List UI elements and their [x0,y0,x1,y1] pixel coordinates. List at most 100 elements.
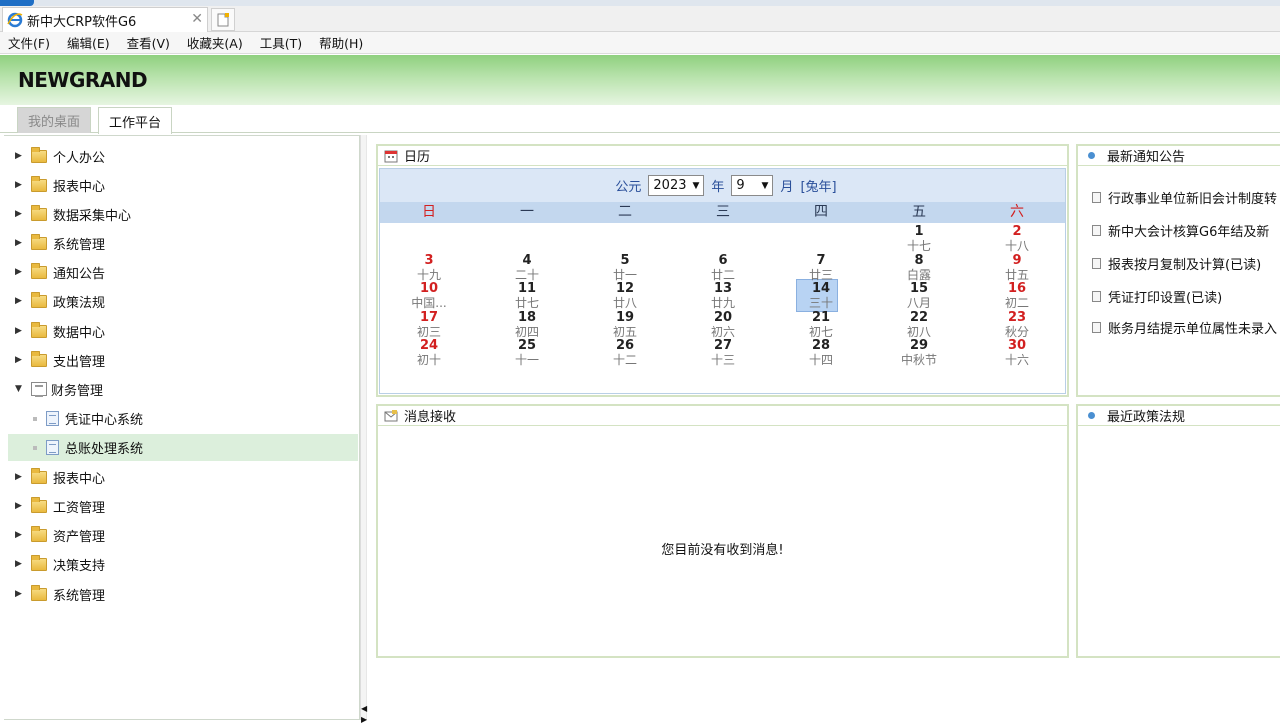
expand-arrow-icon[interactable]: ▶ [15,472,23,482]
expand-arrow-icon[interactable]: ▶ [15,530,23,540]
expand-arrow-icon[interactable]: ▶ [15,501,23,511]
calendar-day[interactable]: 30 十六 [968,339,1066,368]
day-number: 14 [811,281,831,296]
calendar-day[interactable]: 22 初八 [870,310,968,339]
tree-item-data-center[interactable]: ▶ 数据中心 [4,318,354,344]
calendar-day[interactable]: 13 廿九 [674,282,772,311]
calendar-day[interactable]: 20 初六 [674,310,772,339]
calendar-day[interactable]: 25 十一 [478,339,576,368]
calendar-day[interactable]: 15 八月 [870,282,968,311]
calendar-day[interactable]: 10 中国... [380,282,478,311]
expand-arrow-icon[interactable]: ▶ [15,209,23,219]
calendar-day[interactable]: 1 十七 [870,224,968,254]
calendar-day[interactable]: 16 初二 [968,282,1066,311]
document-icon [1092,191,1101,203]
calendar-day[interactable]: 6 廿二 [674,253,772,282]
calendar-day[interactable]: 21 初七 [772,310,870,339]
calendar-day[interactable]: 11 廿七 [478,282,576,311]
tree-item-report-center-2[interactable]: ▶ 报表中心 [4,464,354,490]
calendar-day[interactable]: 19 初五 [576,310,674,339]
tree-item-report-center[interactable]: ▶ 报表中心 [4,172,354,198]
ie-icon [7,12,23,28]
expand-arrow-icon[interactable]: ▶ [15,326,23,336]
tab-my-desktop[interactable]: 我的桌面 [17,107,92,133]
calendar-day[interactable]: 18 初四 [478,310,576,339]
menu-view[interactable]: 查看(V) [127,33,170,52]
month-value: 9 [736,178,745,193]
lunar-date: 初六 [710,324,735,339]
calendar-day[interactable]: 26 十二 [576,339,674,368]
expand-arrow-icon[interactable]: ▶ [15,180,23,190]
folder-icon [31,554,47,571]
browser-tab[interactable]: 新中大CRP软件G6 ✕ [2,7,208,32]
expand-arrow-icon[interactable]: ▶ [15,589,23,599]
calendar-day[interactable]: 5 廿一 [576,253,674,282]
calendar-icon [384,150,398,162]
tree-item-expense[interactable]: ▶ 支出管理 [4,347,354,373]
calendar-body: 公元 2023 ▼ 年 9 ▼ 月 [兔年] 日 一 二 三 四 五 六 1 十七 2 十… [379,168,1066,394]
month-select[interactable]: 9 ▼ [731,175,774,196]
year-select[interactable]: 2023 ▼ [648,175,705,196]
calendar-day[interactable]: 29 中秋节 [870,339,968,368]
tree-item-finance[interactable]: ▼ 财务管理 [4,376,354,402]
menu-favorites[interactable]: 收藏夹(A) [187,33,243,52]
tree-item-label: 个人办公 [53,150,106,166]
folder-icon [31,204,47,221]
close-tab-icon[interactable]: ✕ [191,11,203,27]
calendar-day[interactable]: 4 二十 [478,253,576,282]
calendar-day[interactable]: 3 十九 [380,253,478,282]
expand-arrow-icon[interactable]: ▶ [15,151,23,161]
folder-icon [31,146,47,163]
notice-item[interactable]: 报表按月复制及计算(已读) [1092,254,1261,273]
calendar-day[interactable]: 7 廿三 [772,253,870,282]
tree-item-assets[interactable]: ▶ 资产管理 [4,522,354,548]
menu-file[interactable]: 文件(F) [8,33,50,52]
menu-edit[interactable]: 编辑(E) [67,33,110,52]
collapse-arrow-icon[interactable]: ▼ [15,384,23,394]
folder-icon [31,175,47,192]
calendar-day[interactable]: 2 十八 [968,225,1066,254]
expand-arrow-icon[interactable]: ▶ [15,296,23,306]
calendar-day[interactable]: 28 十四 [772,339,870,368]
sidebar-splitter[interactable]: ◀ ▶ [360,135,367,724]
tab-workbench[interactable]: 工作平台 [98,107,173,134]
notice-item[interactable]: 凭证打印设置(已读) [1092,287,1222,306]
calendar-day[interactable]: 9 廿五 [968,253,1066,282]
menu-help[interactable]: 帮助(H) [319,33,363,52]
day-number: 8 [914,252,924,268]
tree-item-system-admin[interactable]: ▶ 系统管理 [4,230,354,256]
notice-item[interactable]: 账务月结提示单位属性未录入 [1092,318,1277,337]
tree-item-data-collection[interactable]: ▶ 数据采集中心 [4,201,354,227]
calendar-day[interactable]: 12 廿八 [576,282,674,311]
menu-tools[interactable]: 工具(T) [260,33,302,52]
notice-item[interactable]: 新中大会计核算G6年结及新 [1092,221,1269,240]
expand-arrow-icon[interactable]: ▶ [15,238,23,248]
calendar-day[interactable]: 23 秋分 [968,310,1066,339]
expand-arrow-icon[interactable]: ▶ [15,559,23,569]
notice-item[interactable]: 行政事业单位新旧会计制度转 [1092,188,1277,207]
calendar-day[interactable]: 24 初十 [380,339,478,368]
lunar-date: 廿九 [710,296,735,310]
calendar-day[interactable]: 8 白露 [870,252,968,282]
tree-item-voucher-center[interactable]: 凭证中心系统 [8,405,358,432]
tree-item-personal-office[interactable]: ▶ 个人办公 [4,143,354,169]
expand-arrow-icon[interactable]: ▶ [15,267,23,277]
tree-item-general-ledger[interactable]: 总账处理系统 [8,434,358,461]
tree-item-payroll[interactable]: ▶ 工资管理 [4,493,354,519]
tree-item-notices[interactable]: ▶ 通知公告 [4,259,354,285]
tree-item-label: 工资管理 [53,500,106,516]
calendar-day[interactable]: 17 初三 [380,310,478,339]
tree-item-policies[interactable]: ▶ 政策法规 [4,288,354,314]
zodiac-label: [兔年] [800,180,837,195]
calendar-day-today[interactable]: 14 三十 [772,281,870,311]
calendar-day[interactable]: 27 十三 [674,339,772,368]
collapse-arrows-icon[interactable]: ◀ ▶ [361,703,367,725]
lunar-date: 十二 [612,353,637,367]
notice-panel-title: 最新通知公告 [1107,150,1186,165]
expand-arrow-icon[interactable]: ▶ [15,355,23,365]
day-number: 1 [914,224,924,239]
document-icon [46,440,59,455]
new-tab-button[interactable] [211,8,235,31]
tree-item-system-admin-2[interactable]: ▶ 系统管理 [4,581,354,607]
tree-item-decision-support[interactable]: ▶ 决策支持 [4,551,354,577]
